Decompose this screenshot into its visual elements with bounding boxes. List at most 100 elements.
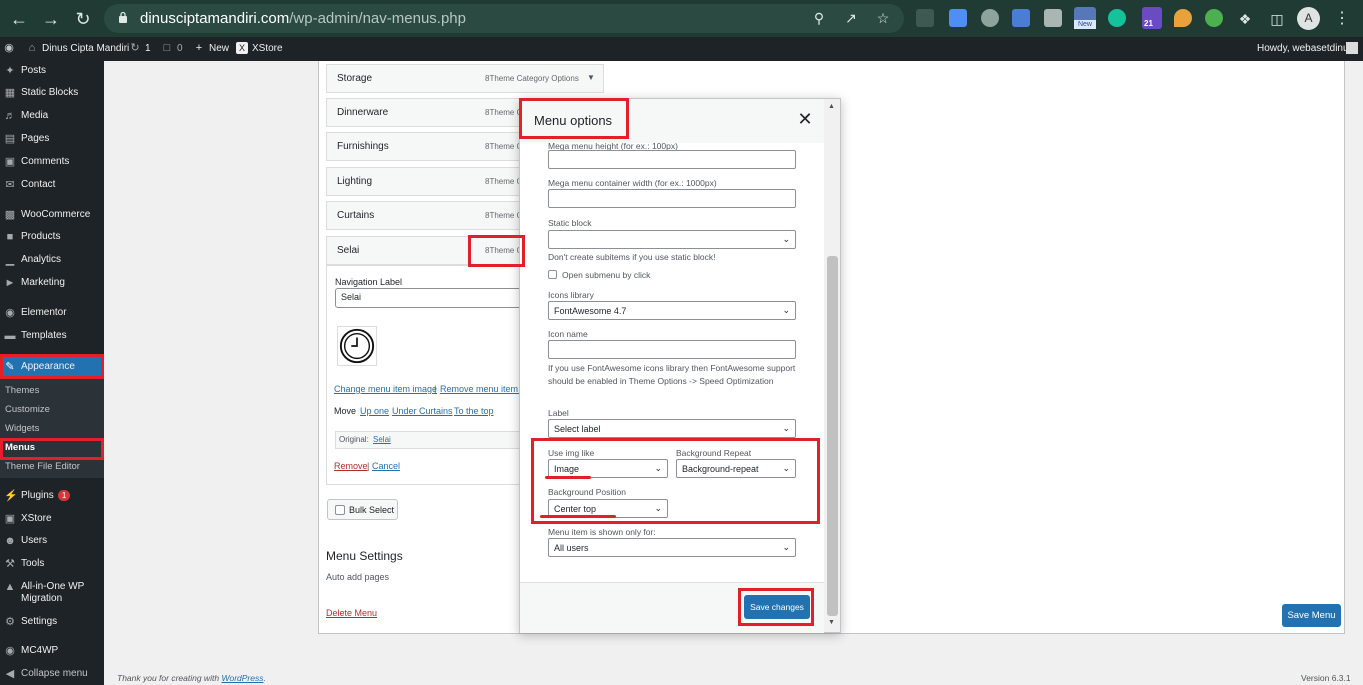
zoom-icon[interactable]: ⚲	[810, 10, 828, 27]
submenu-customize[interactable]: Customize	[5, 404, 50, 415]
kebab-menu-icon[interactable]: ⋮	[1331, 8, 1353, 30]
chevron-down-icon: ⌄	[654, 463, 662, 473]
box-icon: ■	[6, 231, 14, 243]
remove-image-link[interactable]: Remove menu item i	[440, 384, 523, 394]
mega-width-input[interactable]	[548, 189, 796, 208]
icon-library-note: If you use FontAwesome icons library the…	[548, 363, 796, 386]
mega-height-input[interactable]	[548, 150, 796, 169]
sidebar-item-appearance[interactable]: ✎ Appearance	[0, 356, 104, 378]
wordpress-logo-icon[interactable]: ◉	[3, 42, 15, 54]
translate-extension-icon[interactable]	[1012, 9, 1030, 27]
bulk-select-checkbox[interactable]	[335, 505, 345, 515]
use-img-value: Image	[554, 464, 580, 474]
sidebar-item-xstore[interactable]: ▣ XStore	[0, 509, 104, 529]
menu-item-storage[interactable]: Storage 8Theme Category Options ▼	[326, 64, 604, 93]
sidebar-item-plugins[interactable]: ⚡ Plugins 1	[0, 486, 104, 506]
modal-title: Menu options	[534, 113, 613, 128]
cancel-link[interactable]: Cancel	[372, 461, 400, 471]
reload-icon[interactable]: ↻	[72, 8, 94, 30]
grammarly-icon[interactable]	[1108, 9, 1126, 27]
profile-avatar[interactable]: A	[1297, 7, 1320, 30]
scroll-up-arrow-icon[interactable]: ▲	[828, 103, 835, 110]
new-link[interactable]: New	[209, 43, 229, 54]
howdy-user[interactable]: Howdy, webasetdinus	[1257, 43, 1354, 54]
bg-repeat-select[interactable]: Background-repeat ⌄	[676, 459, 796, 478]
sidebar-item-posts[interactable]: ✦ Posts	[0, 61, 104, 81]
camera-extension-icon[interactable]	[1044, 9, 1062, 27]
menu-item-type: 8Theme Category Options	[485, 74, 579, 83]
move-up-one-link[interactable]: Up one	[360, 406, 389, 416]
sidebar-item-users[interactable]: ☻ Users	[0, 531, 104, 551]
chevron-down-icon[interactable]: ▼	[587, 73, 595, 82]
sidebar-item-label: MC4WP	[21, 645, 59, 656]
docs-extension-icon[interactable]	[949, 9, 967, 27]
bookmark-star-icon[interactable]: ☆	[874, 10, 892, 27]
submenu-themes[interactable]: Themes	[5, 385, 39, 396]
sidebar-item-all-in-one-migration[interactable]: ▲ All-in-One WP Migration	[0, 577, 104, 605]
scroll-down-arrow-icon[interactable]: ▼	[828, 619, 835, 626]
sidebar-item-static-blocks[interactable]: ▦ Static Blocks	[0, 83, 104, 103]
comments-count[interactable]: 0	[177, 43, 183, 54]
sidebar-item-tools[interactable]: ⚒ Tools	[0, 554, 104, 574]
open-submenu-checkbox[interactable]	[548, 270, 557, 279]
puzzle-icon[interactable]: ❖	[1234, 8, 1256, 30]
shown-for-select[interactable]: All users ⌄	[548, 538, 796, 557]
change-image-link[interactable]: Change menu item image	[334, 384, 437, 394]
globe-extension-icon[interactable]	[981, 9, 999, 27]
back-arrow-icon[interactable]: ←	[8, 8, 30, 30]
new-extension-icon[interactable]: New	[1074, 7, 1096, 29]
recycle-extension-icon[interactable]	[916, 9, 934, 27]
wordpress-link[interactable]: WordPress	[221, 673, 263, 683]
calendar-badge: 21	[1144, 19, 1153, 28]
static-block-select[interactable]: ⌄	[548, 230, 796, 249]
site-name-link[interactable]: Dinus Cipta Mandiri	[42, 43, 129, 54]
sidebar-item-pages[interactable]: ▤ Pages	[0, 129, 104, 149]
sidebar-item-settings[interactable]: ⚙ Settings	[0, 612, 104, 632]
sidebar-item-collapse-menu[interactable]: ◀ Collapse menu	[0, 664, 104, 684]
underline-bg-position	[540, 515, 616, 518]
move-to-top-link[interactable]: To the top	[454, 406, 494, 416]
icon-name-input[interactable]	[548, 340, 796, 359]
address-bar[interactable]: dinusciptamandiri.com/wp-admin/nav-menus…	[104, 4, 904, 33]
close-icon[interactable]: ✕	[795, 109, 815, 129]
sidebar-item-analytics[interactable]: ▁ Analytics	[0, 250, 104, 270]
leaf-extension-icon[interactable]	[1205, 9, 1223, 27]
label-select[interactable]: Select label ⌄	[548, 419, 796, 438]
sidepanel-icon[interactable]: ◫	[1266, 8, 1288, 30]
xstore-link[interactable]: XStore	[252, 43, 283, 54]
elementor-icon: ◉	[5, 307, 15, 319]
original-link[interactable]: Selai	[373, 435, 391, 444]
comments-icon[interactable]: □	[161, 42, 173, 54]
move-under-curtains-link[interactable]: Under Curtains	[392, 406, 453, 416]
delete-menu-link[interactable]: Delete Menu	[326, 608, 377, 618]
sidebar-item-contact[interactable]: ✉ Contact	[0, 175, 104, 195]
submenu-menus[interactable]: Menus	[5, 442, 35, 453]
forward-arrow-icon[interactable]: →	[40, 8, 62, 30]
updates-count[interactable]: 1	[145, 43, 151, 54]
submenu-theme-file-editor[interactable]: Theme File Editor	[5, 461, 80, 472]
calendar-extension-icon[interactable]: 21	[1142, 7, 1162, 29]
sidebar-item-products[interactable]: ■ Products	[0, 227, 104, 247]
remove-item-link[interactable]: Remove	[334, 461, 368, 471]
updates-icon[interactable]: ↻	[129, 42, 141, 54]
migration-icon: ▲	[4, 581, 16, 593]
xstore-logo-icon: X	[236, 42, 248, 54]
icons-library-select[interactable]: FontAwesome 4.7 ⌄	[548, 301, 796, 320]
moon-extension-icon[interactable]	[1174, 9, 1192, 27]
sidebar-item-elementor[interactable]: ◉ Elementor	[0, 303, 104, 323]
sidebar-item-mc4wp[interactable]: ◉ MC4WP	[0, 641, 104, 661]
modal-scrollbar-thumb[interactable]	[827, 256, 838, 616]
sidebar-item-media[interactable]: ♬ Media	[0, 106, 104, 126]
save-changes-button[interactable]: Save changes	[744, 595, 810, 619]
save-menu-button[interactable]: Save Menu	[1282, 604, 1341, 627]
submenu-widgets[interactable]: Widgets	[5, 423, 39, 434]
bulk-select-button[interactable]: Bulk Select	[327, 499, 398, 520]
sidebar-item-marketing[interactable]: ► Marketing	[0, 273, 104, 293]
sidebar-item-label: Templates	[21, 330, 67, 341]
plus-icon[interactable]: +	[193, 42, 205, 54]
sidebar-item-templates[interactable]: ▬ Templates	[0, 326, 104, 346]
share-icon[interactable]: ↗	[842, 10, 860, 27]
sidebar-item-woocommerce[interactable]: ▩ WooCommerce	[0, 205, 104, 225]
sidebar-item-comments[interactable]: ▣ Comments	[0, 152, 104, 172]
user-avatar-icon[interactable]	[1346, 42, 1358, 54]
